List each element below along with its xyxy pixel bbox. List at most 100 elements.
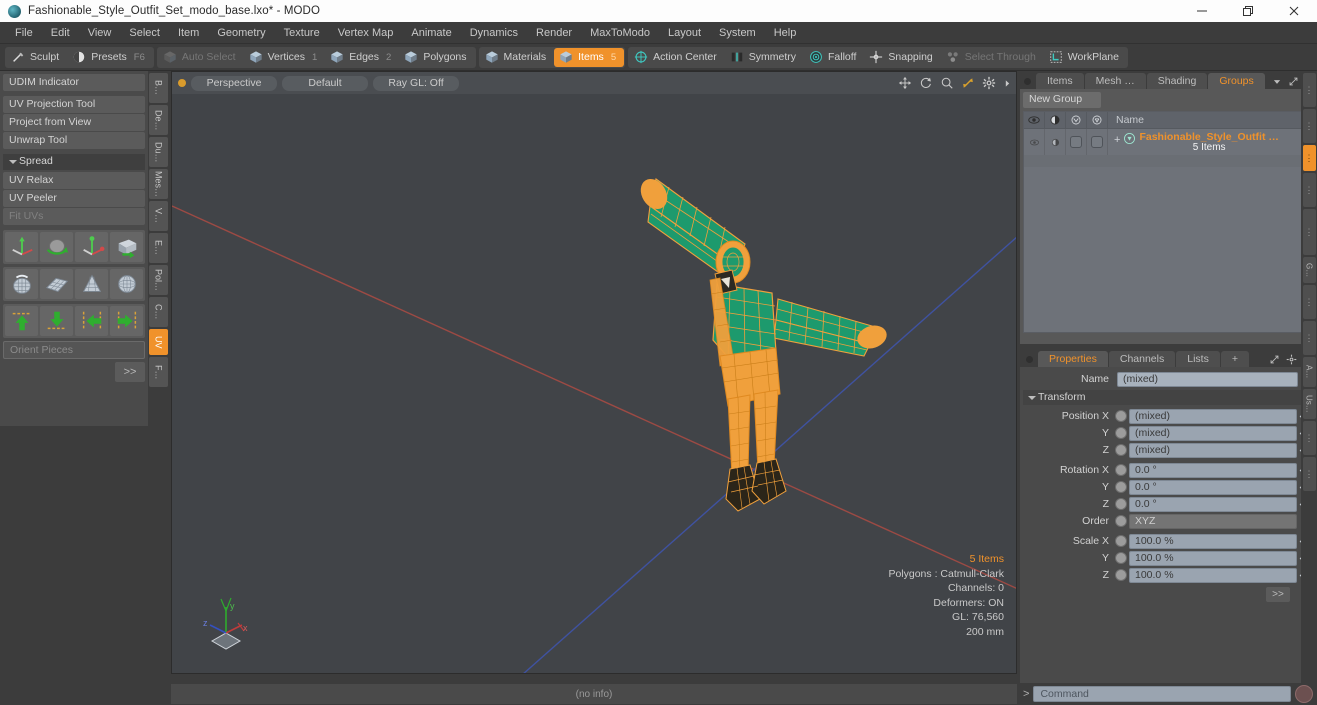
- property-value-field[interactable]: (mixed): [1129, 425, 1297, 441]
- property-channel-knob[interactable]: [1115, 444, 1127, 456]
- menu-item-vertex-map[interactable]: Vertex Map: [329, 24, 403, 42]
- uv-tool-udim-indicator[interactable]: UDIM Indicator: [3, 74, 145, 91]
- command-arrow-icon[interactable]: >: [1023, 688, 1029, 700]
- property-channel-knob[interactable]: [1115, 427, 1127, 439]
- pan-icon[interactable]: [898, 76, 912, 90]
- menu-item-file[interactable]: File: [6, 24, 42, 42]
- lock-icon[interactable]: [1087, 111, 1108, 129]
- property-channel-knob[interactable]: [1115, 410, 1127, 422]
- command-input[interactable]: Command: [1033, 686, 1291, 702]
- gear-icon[interactable]: [982, 76, 996, 90]
- viewport-style-selector[interactable]: Default: [282, 75, 368, 91]
- shrink-wrap-icon[interactable]: [5, 269, 38, 299]
- tab-properties[interactable]: Properties: [1038, 351, 1108, 367]
- right-vtab-4[interactable]: ⋮: [1302, 209, 1316, 255]
- menu-item-texture[interactable]: Texture: [275, 24, 329, 42]
- row-shade-checkbox[interactable]: [1066, 129, 1087, 155]
- vtab-v[interactable]: V…: [149, 201, 168, 231]
- vtab-de[interactable]: De…: [149, 105, 168, 135]
- toolbar-button-auto-select[interactable]: Auto Select: [158, 48, 244, 67]
- menu-item-animate[interactable]: Animate: [402, 24, 460, 42]
- vtab-du[interactable]: Du…: [149, 137, 168, 167]
- right-vtab-0[interactable]: ⋮: [1302, 73, 1316, 107]
- menu-item-item[interactable]: Item: [169, 24, 208, 42]
- menu-item-view[interactable]: View: [79, 24, 121, 42]
- menu-item-system[interactable]: System: [710, 24, 765, 42]
- right-vtab-7[interactable]: ⋮: [1302, 321, 1316, 355]
- menu-item-render[interactable]: Render: [527, 24, 581, 42]
- toolbar-button-vertices[interactable]: Vertices 1: [244, 48, 326, 67]
- properties-more-button[interactable]: >>: [1266, 587, 1290, 602]
- property-channel-knob[interactable]: [1115, 498, 1127, 510]
- property-value-dropdown[interactable]: XYZ: [1129, 513, 1297, 529]
- toolbar-button-presets[interactable]: Presets F6: [67, 48, 153, 67]
- gear-icon[interactable]: [1286, 354, 1297, 365]
- tab-mesh[interactable]: Mesh …: [1084, 73, 1146, 89]
- toolbar-button-falloff[interactable]: Falloff: [804, 48, 864, 67]
- 3d-viewport[interactable]: Perspective Default Ray GL: Off 5 Items …: [171, 71, 1017, 674]
- right-vtab-5[interactable]: G…: [1302, 257, 1316, 283]
- toolbar-button-items[interactable]: Items 5: [554, 47, 625, 67]
- menu-item-dynamics[interactable]: Dynamics: [461, 24, 527, 42]
- rotate-gizmo-icon[interactable]: [40, 232, 73, 262]
- expand-icon[interactable]: [1288, 76, 1299, 87]
- property-value-field[interactable]: (mixed): [1129, 408, 1297, 424]
- chevron-down-icon[interactable]: [1272, 77, 1282, 87]
- chevron-right-icon[interactable]: [1003, 79, 1012, 88]
- tab-groups[interactable]: Groups: [1208, 73, 1265, 89]
- close-button[interactable]: [1271, 0, 1317, 22]
- toolbar-button-edges[interactable]: Edges 2: [325, 48, 399, 67]
- property-value-field[interactable]: 0.0 °: [1129, 462, 1297, 478]
- property-channel-knob[interactable]: [1115, 464, 1127, 476]
- properties-menu-dot-icon[interactable]: [1026, 356, 1033, 363]
- row-expander[interactable]: +: [1114, 131, 1120, 146]
- align-left-icon[interactable]: [75, 306, 108, 336]
- viewport-raygl-selector[interactable]: Ray GL: Off: [373, 75, 459, 91]
- table-row[interactable]: + Fashionable_Style_Outfit … 5 Items: [1024, 129, 1311, 155]
- row-render-toggle[interactable]: [1045, 129, 1066, 155]
- restore-button[interactable]: [1225, 0, 1271, 22]
- property-value-field[interactable]: 100.0 %: [1129, 550, 1297, 566]
- orient-pieces-field[interactable]: Orient Pieces: [3, 341, 145, 359]
- right-vtab-2[interactable]: ⋮: [1302, 145, 1316, 171]
- sphere-unwrap-icon[interactable]: [110, 269, 143, 299]
- toolbar-button-snapping[interactable]: Snapping: [864, 48, 940, 67]
- right-vtab-3[interactable]: ⋮: [1302, 173, 1316, 207]
- flip-box-icon[interactable]: [110, 232, 143, 262]
- tab-lists[interactable]: Lists: [1176, 351, 1220, 367]
- toolbar-button-sculpt[interactable]: Sculpt: [6, 48, 67, 67]
- right-vtab-8[interactable]: A…: [1302, 357, 1316, 387]
- property-channel-knob[interactable]: [1115, 552, 1127, 564]
- property-channel-knob[interactable]: [1115, 515, 1127, 527]
- uv-tool-project-from-view[interactable]: Project from View: [3, 114, 145, 131]
- vtab-mes[interactable]: Mes…: [149, 169, 168, 199]
- right-vtab-11[interactable]: ⋮: [1302, 457, 1316, 491]
- toolbar-button-select-through[interactable]: Select Through: [941, 48, 1044, 67]
- property-channel-knob[interactable]: [1115, 569, 1127, 581]
- property-value-field[interactable]: (mixed): [1129, 442, 1297, 458]
- viewport-canvas[interactable]: 5 Items Polygons : Catmull-Clark Channel…: [172, 94, 1016, 673]
- property-channel-knob[interactable]: [1115, 535, 1127, 547]
- tab-items[interactable]: Items: [1036, 73, 1084, 89]
- tab-add[interactable]: +: [1220, 351, 1249, 367]
- property-value-field[interactable]: 100.0 %: [1129, 567, 1297, 583]
- grid-plane-icon[interactable]: [40, 269, 73, 299]
- uv-tool-uv-projection-tool[interactable]: UV Projection Tool: [3, 96, 145, 113]
- right-vtab-1[interactable]: ⋮: [1302, 109, 1316, 143]
- align-right-icon[interactable]: [110, 306, 143, 336]
- rotate-icon[interactable]: [919, 76, 933, 90]
- cone-unwrap-icon[interactable]: [75, 269, 108, 299]
- vtab-b[interactable]: B…: [149, 73, 168, 103]
- menu-item-select[interactable]: Select: [120, 24, 169, 42]
- toolbar-button-workplane[interactable]: WorkPlane: [1044, 48, 1127, 67]
- vtab-f[interactable]: F…: [149, 357, 168, 387]
- minimize-button[interactable]: [1179, 0, 1225, 22]
- row-eye-toggle[interactable]: [1024, 129, 1045, 155]
- vtab-pol[interactable]: Pol…: [149, 265, 168, 295]
- toolbar-button-materials[interactable]: Materials: [480, 48, 555, 67]
- left-panel-more-button[interactable]: >>: [115, 362, 145, 382]
- new-group-button[interactable]: New Group: [1023, 92, 1101, 108]
- scale-gizmo-icon[interactable]: [75, 232, 108, 262]
- right-vtab-10[interactable]: ⋮: [1302, 421, 1316, 455]
- row-lock-checkbox[interactable]: [1087, 129, 1108, 155]
